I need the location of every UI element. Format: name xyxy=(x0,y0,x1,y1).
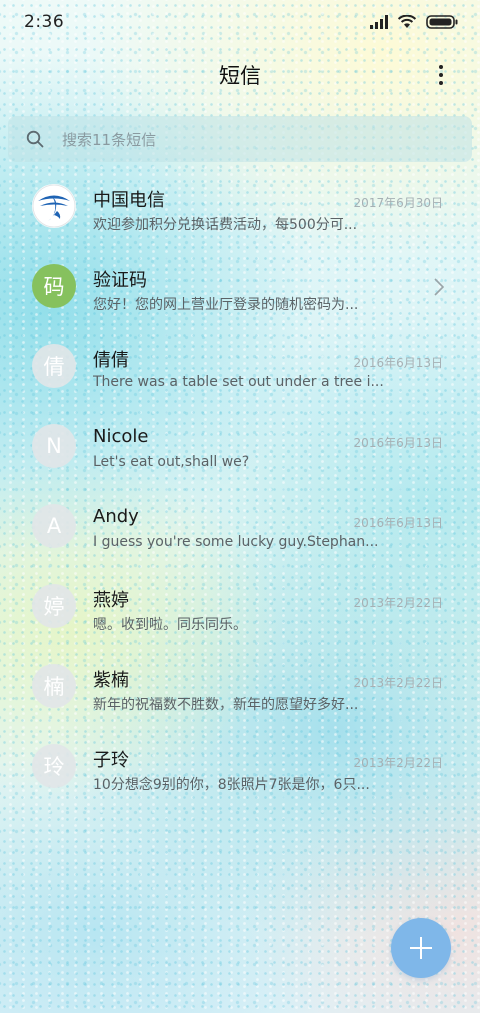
signal-icon xyxy=(370,15,388,29)
conversation-name: 紫楠 xyxy=(93,670,129,691)
avatar: 码 xyxy=(32,264,76,308)
search-bar[interactable]: 搜索11条短信 xyxy=(8,116,472,162)
conversation-preview: 欢迎参加积分兑换话费活动，每500分可... xyxy=(93,217,358,233)
avatar: N xyxy=(32,424,76,468)
conversation-preview: 您好！您的网上营业厅登录的随机密码为... xyxy=(93,297,359,313)
conversation-date: 2017年6月30日 xyxy=(353,196,443,210)
battery-icon xyxy=(426,15,458,29)
conversation-name: Nicole xyxy=(93,426,149,447)
avatar: 婷 xyxy=(32,584,76,628)
status-icons xyxy=(370,15,458,29)
page-title: 短信 xyxy=(219,64,261,88)
conversation-name: 燕婷 xyxy=(93,590,129,611)
conversation-name: 倩倩 xyxy=(93,350,129,371)
conversation-item[interactable]: 玲 子玲 10分想念9别的你，8张照片7张是你，6只... 2013年2月22日 xyxy=(0,730,480,810)
avatar: A xyxy=(32,504,76,548)
search-input[interactable]: 搜索11条短信 xyxy=(62,129,156,150)
conversation-preview: 嗯。收到啦。同乐同乐。 xyxy=(93,617,247,633)
conversation-name: Andy xyxy=(93,506,139,527)
new-message-button[interactable] xyxy=(391,918,451,978)
more-options-dot xyxy=(439,73,443,77)
conversation-date: 2016年6月13日 xyxy=(353,516,443,530)
conversation-date: 2013年2月22日 xyxy=(353,596,443,610)
conversation-preview: There was a table set out under a tree i… xyxy=(93,374,384,390)
conversation-date: 2013年2月22日 xyxy=(353,756,443,770)
conversation-item[interactable]: 倩 倩倩 There was a table set out under a t… xyxy=(0,330,480,410)
more-options-button[interactable] xyxy=(428,62,454,88)
title-bar: 短信 xyxy=(0,52,480,98)
conversation-preview: 10分想念9别的你，8张照片7张是你，6只... xyxy=(93,777,370,793)
conversation-name: 中国电信 xyxy=(93,190,165,211)
conversation-name: 子玲 xyxy=(93,750,129,771)
search-icon xyxy=(26,130,44,148)
more-options-dot xyxy=(439,81,443,85)
more-options-dot xyxy=(439,65,443,69)
avatar: 玲 xyxy=(32,744,76,788)
avatar: 倩 xyxy=(32,344,76,388)
conversation-date: 2016年6月13日 xyxy=(353,356,443,370)
plus-icon xyxy=(410,937,432,959)
status-time: 2:36 xyxy=(24,12,65,32)
conversation-date: 2016年6月13日 xyxy=(353,436,443,450)
conversation-preview: Let's eat out,shall we? xyxy=(93,454,250,470)
chevron-right-icon xyxy=(434,278,444,296)
conversation-preview: I guess you're some lucky guy.Stephan... xyxy=(93,534,379,550)
conversation-date: 2013年2月22日 xyxy=(353,676,443,690)
conversation-item[interactable]: N Nicole Let's eat out,shall we? 2016年6月… xyxy=(0,410,480,490)
conversation-list: 中国电信 欢迎参加积分兑换话费活动，每500分可... 2017年6月30日 码… xyxy=(0,170,480,810)
avatar: 楠 xyxy=(32,664,76,708)
conversation-item[interactable]: 楠 紫楠 新年的祝福数不胜数，新年的愿望好多好... 2013年2月22日 xyxy=(0,650,480,730)
conversation-item[interactable]: 中国电信 欢迎参加积分兑换话费活动，每500分可... 2017年6月30日 xyxy=(0,170,480,250)
china-telecom-logo-icon xyxy=(32,184,76,228)
status-bar: 2:36 xyxy=(0,0,480,44)
conversation-item[interactable]: 码 验证码 您好！您的网上营业厅登录的随机密码为... xyxy=(0,250,480,330)
wifi-icon xyxy=(397,15,417,28)
conversation-item[interactable]: A Andy I guess you're some lucky guy.Ste… xyxy=(0,490,480,570)
conversation-name: 验证码 xyxy=(93,270,147,291)
conversation-preview: 新年的祝福数不胜数，新年的愿望好多好... xyxy=(93,697,359,713)
conversation-item[interactable]: 婷 燕婷 嗯。收到啦。同乐同乐。 2013年2月22日 xyxy=(0,570,480,650)
